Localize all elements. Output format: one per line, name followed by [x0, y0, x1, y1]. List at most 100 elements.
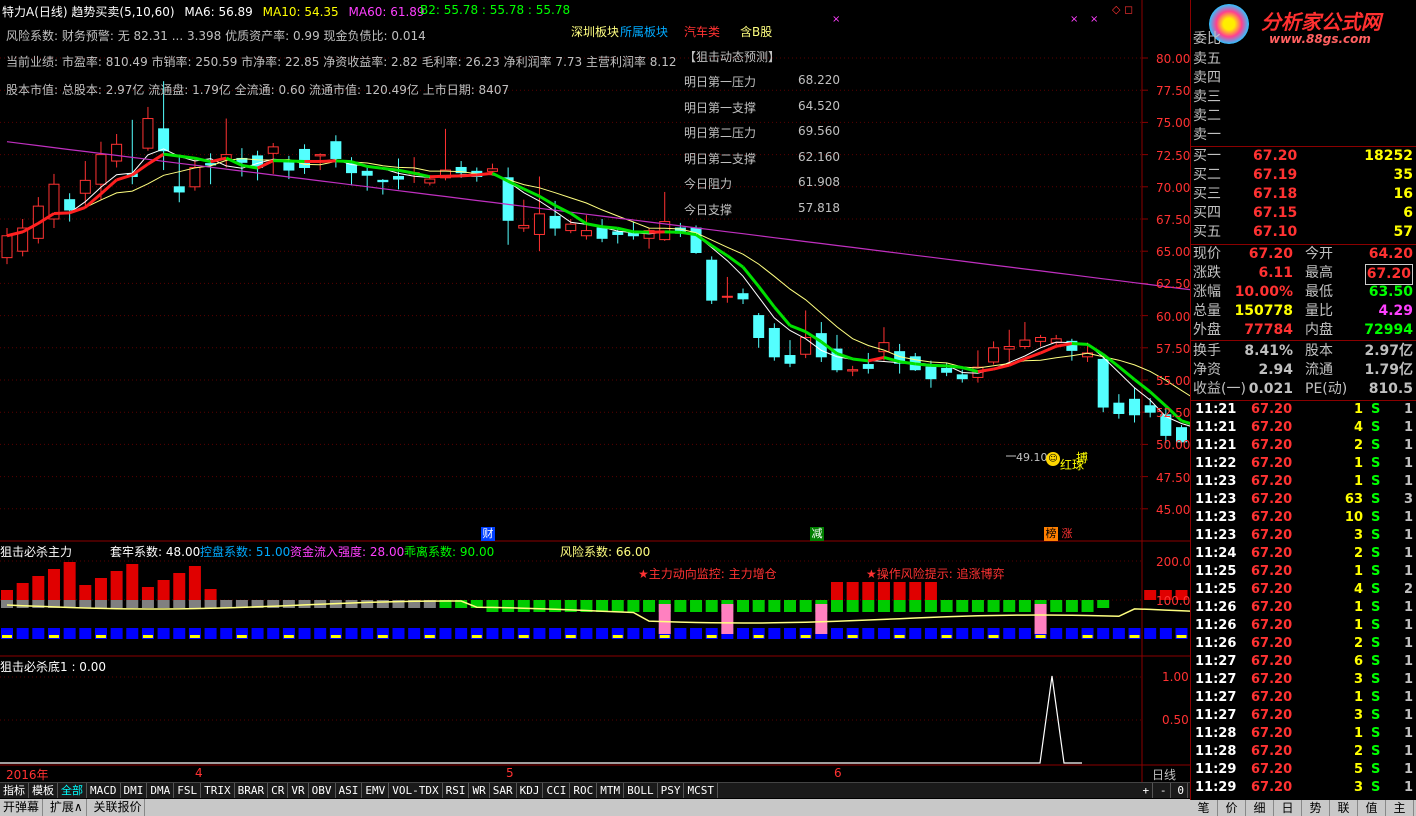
quote-tab[interactable]: 价: [1218, 800, 1246, 816]
indicator-tab[interactable]: 模板: [29, 783, 58, 798]
tick-count: 1: [1403, 420, 1413, 435]
quote-tab[interactable]: 日: [1274, 800, 1302, 816]
badge-cai[interactable]: 财: [481, 527, 495, 541]
buy-level[interactable]: 买五 67.10 57: [1191, 223, 1416, 242]
sector-belong[interactable]: 所属板块: [620, 23, 668, 40]
sell-level[interactable]: 卖二: [1191, 107, 1416, 126]
quote-tab[interactable]: 值: [1358, 800, 1386, 816]
kline-svg[interactable]: × × ×: [0, 0, 1190, 783]
indicator-tab[interactable]: ROC: [570, 783, 598, 798]
indicator-tab[interactable]: DMA: [147, 783, 175, 798]
indicator-tab[interactable]: DMI: [121, 783, 148, 798]
panel2-yellow-mark: [330, 635, 341, 638]
panel2-green-bar: [909, 600, 922, 612]
sector-shenzhen[interactable]: 深圳板块: [571, 23, 619, 40]
indicator-tab[interactable]: VR: [288, 783, 309, 798]
prediction-label: 明日第一支撑: [684, 100, 757, 115]
event-marker: ×: [832, 14, 840, 25]
indicator-tab[interactable]: BOLL: [624, 783, 658, 798]
quote-label: 现价: [1193, 246, 1221, 262]
trend-line: [538, 194, 556, 207]
indicator-tab[interactable]: MTM: [597, 783, 625, 798]
quote-value: 1.79亿: [1364, 362, 1413, 378]
indicator-tab[interactable]: FSL: [174, 783, 202, 798]
indicator-tab[interactable]: MACD: [87, 783, 121, 798]
quote-tab[interactable]: 主: [1386, 800, 1414, 816]
panel2-blue-bar: [16, 628, 29, 639]
buy-level[interactable]: 买二 67.19 35: [1191, 166, 1416, 185]
indicator-tab[interactable]: VOL-TDX: [389, 783, 443, 798]
indicator-tab[interactable]: ASI: [336, 783, 363, 798]
badge-bang[interactable]: 榜: [1044, 527, 1058, 541]
indicator-tab[interactable]: RSI: [443, 783, 470, 798]
indicator-tab[interactable]: CR: [268, 783, 289, 798]
tick-row: 11:27 67.20 3 S 1: [1191, 671, 1416, 689]
indicator-tab[interactable]: KDJ: [517, 783, 544, 798]
buy-level[interactable]: 买三 67.18 16: [1191, 185, 1416, 204]
fengxian-coef: 风险系数: 66.00: [560, 545, 651, 559]
candle-body: [941, 367, 953, 373]
indicator-tab[interactable]: BRAR: [235, 783, 269, 798]
window-controls-icon[interactable]: ◇ ◻: [1112, 3, 1138, 16]
period-label[interactable]: 日线: [1152, 766, 1176, 783]
indicator-tab[interactable]: TRIX: [201, 783, 235, 798]
buy-volume: 6: [1403, 205, 1413, 221]
indicator-tab[interactable]: 全部: [58, 783, 87, 798]
panel2-green-bar: [188, 600, 201, 608]
badge-zhang[interactable]: 涨: [1060, 527, 1074, 541]
trend-line: [491, 171, 509, 183]
tick-side: S: [1371, 726, 1381, 741]
quote-row: 收益(一) 0.021 PE(动) 810.5: [1191, 380, 1416, 399]
sell-label: 卖一: [1193, 127, 1221, 143]
indicator-tab[interactable]: SAR: [490, 783, 517, 798]
trend-line: [320, 159, 336, 163]
indicator-tab[interactable]: PSY: [658, 783, 685, 798]
panel2-blue-bar: [32, 628, 45, 639]
sector-bshare[interactable]: 含B股: [740, 23, 772, 40]
tick-row: 11:27 67.20 3 S 1: [1191, 707, 1416, 725]
buy-level[interactable]: 买一 67.20 18252: [1191, 147, 1416, 166]
indicator-tab[interactable]: CCI: [543, 783, 571, 798]
panel2-blue-bar: [157, 628, 170, 639]
zoom-out-button[interactable]: -: [1157, 783, 1171, 798]
badge-jian[interactable]: 减: [810, 527, 824, 541]
indicator-tab[interactable]: 指标: [0, 783, 29, 798]
trend-line: [1149, 390, 1167, 408]
expand-button[interactable]: 扩展∧: [47, 799, 87, 816]
low-price-marker: 49.10: [1016, 451, 1048, 464]
tick-time: 11:21: [1195, 438, 1237, 453]
prediction-label: 今日阻力: [684, 177, 733, 191]
zoom-in-button[interactable]: +: [1139, 783, 1154, 798]
quote-tab[interactable]: 笔: [1190, 800, 1218, 816]
tick-volume: 1: [1353, 600, 1363, 615]
sell-level[interactable]: 卖五: [1191, 50, 1416, 69]
quote-value: 67.20: [1364, 264, 1413, 285]
quote-label: 涨幅: [1193, 284, 1221, 300]
sector-auto[interactable]: 汽车类: [684, 23, 720, 40]
related-quote-button[interactable]: 关联报价: [90, 799, 146, 816]
tick-side: S: [1371, 690, 1381, 705]
quote-tab[interactable]: 联: [1330, 800, 1358, 816]
quote-tab[interactable]: 细: [1246, 800, 1274, 816]
panel2-yellow-mark: [941, 635, 952, 638]
trend-line: [1024, 351, 1042, 361]
sell-level[interactable]: 卖三: [1191, 88, 1416, 107]
buy-level[interactable]: 买四 67.15 6: [1191, 204, 1416, 223]
indicator-tab[interactable]: WR: [469, 783, 490, 798]
quote-row: 外盘 77784 内盘 72994: [1191, 321, 1416, 340]
indicator-tab[interactable]: OBV: [309, 783, 336, 798]
tick-volume: 1: [1353, 690, 1363, 705]
zijin-coef: 资金流入强度: 28.00: [290, 545, 405, 559]
quote-tab[interactable]: 势: [1302, 800, 1330, 816]
tick-price: 67.20: [1251, 654, 1293, 669]
indicator-tab[interactable]: MCST: [684, 783, 718, 798]
indicator-tab[interactable]: EMV: [362, 783, 390, 798]
reset-button[interactable]: 0: [1174, 783, 1188, 798]
sell-level[interactable]: 卖一: [1191, 126, 1416, 145]
tick-count: 1: [1403, 726, 1413, 741]
candle-body: [768, 327, 780, 358]
panel2-green-bar: [16, 600, 29, 608]
kline-chart-area[interactable]: × × × 特力A(日线) 趋势买卖(5,10,60) MA6: 56.89 MA1…: [0, 0, 1190, 783]
danmaku-button[interactable]: 开弹幕: [0, 799, 44, 816]
sell-level[interactable]: 卖四: [1191, 69, 1416, 88]
